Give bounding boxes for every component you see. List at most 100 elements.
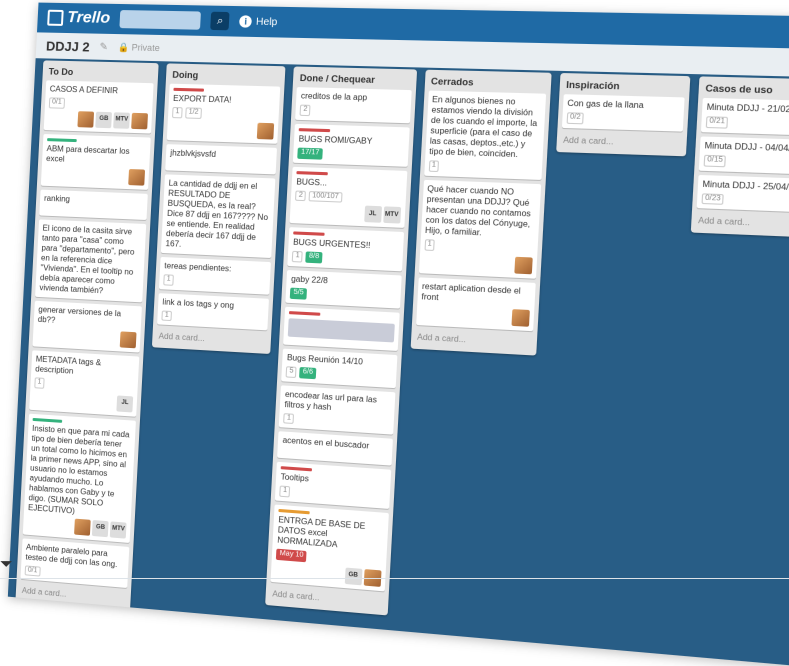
add-card-link[interactable]: Add a card... <box>695 213 789 234</box>
search-input[interactable] <box>119 10 202 30</box>
card[interactable]: Minuta DDJJ - 25/04/2013 0/23 <box>696 174 789 214</box>
lists-container: To Do CASOS A DEFINIR 0/1 GB MTV ABM para des… <box>15 60 789 666</box>
card-badges: 1 1/2 <box>172 106 275 121</box>
add-card-link[interactable]: Add a card... <box>560 132 682 152</box>
badge: 0/1 <box>48 97 65 109</box>
card[interactable]: El icono de la casita sirve tanto para "… <box>35 219 147 303</box>
card[interactable]: Bugs Reunión 14/10 5 6/6 <box>281 348 397 388</box>
card-badges: 2 <box>299 104 406 119</box>
card[interactable]: Ambiente paralelo para testeo de ddjj co… <box>20 537 130 589</box>
trello-icon <box>47 9 64 26</box>
card-members <box>171 120 275 140</box>
card[interactable]: ABM para descartar los excel <box>40 133 151 190</box>
badge: 0/21 <box>705 116 729 129</box>
badge: 0/1 <box>24 564 41 577</box>
card[interactable]: ranking <box>39 189 149 220</box>
card[interactable]: BUGS... 2 100/107 JL MTV <box>289 166 407 229</box>
card-title: tereas pendientes: <box>164 260 232 274</box>
avatar[interactable]: GB <box>344 567 363 586</box>
avatar[interactable]: GB <box>92 519 109 537</box>
card-label <box>293 231 325 237</box>
card[interactable]: generar versiones de la db?? <box>32 300 143 353</box>
avatar[interactable] <box>257 122 275 140</box>
card-title: El icono de la casita sirve tanto para "… <box>39 223 135 296</box>
avatar[interactable] <box>128 168 146 186</box>
badge: 1 <box>283 412 295 425</box>
card-members: GB MTV <box>48 110 149 130</box>
card-title: La cantidad de ddjj en el RESULTADO DE B… <box>165 178 269 249</box>
avatar[interactable]: MTV <box>109 520 127 539</box>
card[interactable]: BUGS ROMI/GABY 17/17 <box>293 123 410 167</box>
avatar[interactable] <box>119 331 137 349</box>
avatar[interactable]: MTV <box>382 206 401 224</box>
badge: 100/107 <box>308 190 343 203</box>
card-label <box>32 417 63 423</box>
search-icon[interactable]: ⌕ <box>210 11 230 31</box>
filter-icon[interactable]: ⏷ <box>0 556 16 576</box>
help-label: Help <box>255 16 278 28</box>
card[interactable]: link a los tags y ong 1 <box>157 292 270 331</box>
add-card-link[interactable]: Add a card... <box>415 329 533 351</box>
visibility-toggle[interactable]: 🔒 Private <box>118 42 160 54</box>
card-cover <box>288 317 395 343</box>
avatar[interactable]: GB <box>95 111 113 128</box>
card-badges: 5/5 <box>290 287 396 304</box>
card-title: METADATA tags & description <box>35 354 102 376</box>
card[interactable]: acentos en el buscador <box>277 431 393 466</box>
badge: 1/2 <box>185 107 202 119</box>
list: Casos de uso Minuta DDJJ - 21/02/2013 0/21… <box>690 76 789 239</box>
card[interactable]: gaby 22/8 5/5 <box>285 270 402 309</box>
card-title: jhzblvkjsvsfd <box>170 148 217 159</box>
badge: 1 <box>34 377 45 389</box>
card[interactable]: Insisto en que para mi cada tipo de bien… <box>22 413 137 543</box>
card[interactable]: Con gas de la llana 0/2 <box>561 94 685 132</box>
card[interactable]: jhzblvkjsvsfd <box>165 143 278 175</box>
board-title[interactable]: DDJJ 2 <box>46 38 90 54</box>
trello-logo[interactable]: Trello <box>47 9 111 28</box>
card[interactable]: restart aplication desde el front <box>415 276 536 331</box>
card-badges: 1 <box>428 160 537 175</box>
badge: 5/5 <box>290 287 308 300</box>
badge: 0/15 <box>703 154 727 167</box>
card-title: generar versiones de la db?? <box>37 304 122 325</box>
avatar[interactable]: MTV <box>113 112 131 129</box>
badge: 1 <box>161 309 173 322</box>
badge: 0/23 <box>701 192 725 206</box>
avatar[interactable]: JL <box>363 205 382 224</box>
card[interactable]: Qué hacer cuando NO presentan una DDJJ? … <box>418 179 541 279</box>
badge: 2 <box>299 104 311 116</box>
avatar[interactable] <box>131 112 149 130</box>
card-badges: 1 <box>161 309 265 326</box>
card[interactable]: Minuta DDJJ - 21/02/2013 0/21 <box>700 97 789 136</box>
avatar[interactable] <box>511 308 530 327</box>
avatar[interactable] <box>77 110 95 128</box>
app-name: Trello <box>66 9 111 27</box>
card-title: Minuta DDJJ - 04/04/2013 <box>704 140 789 154</box>
edit-icon[interactable]: ✎ <box>99 41 108 52</box>
card[interactable]: METADATA tags & description 1 JL <box>29 350 140 417</box>
card[interactable]: tereas pendientes: 1 <box>159 256 272 295</box>
card[interactable]: creditos de la app 2 <box>295 87 412 124</box>
card[interactable]: Minuta DDJJ - 04/04/2013 0/15 <box>698 136 789 175</box>
card[interactable]: En algunos bienes no estamos viendo la d… <box>423 90 546 180</box>
badge: 1 <box>428 160 440 172</box>
card-members <box>420 304 530 327</box>
help-button[interactable]: i Help <box>239 15 278 28</box>
card-label <box>281 466 313 472</box>
card[interactable] <box>283 306 400 351</box>
badge: May 10 <box>276 548 307 563</box>
card-title: acentos en el buscador <box>282 435 370 451</box>
avatar[interactable] <box>514 256 533 274</box>
add-card-link[interactable]: Add a card... <box>156 329 267 350</box>
card[interactable]: BUGS URGENTES!! 1 8/8 <box>287 227 404 272</box>
card[interactable]: encodear las url para las filtros y hash… <box>279 384 395 435</box>
avatar[interactable] <box>74 518 91 536</box>
card[interactable]: EXPORT DATA! 1 1/2 <box>166 83 281 144</box>
card[interactable]: CASOS A DEFINIR 0/1 GB MTV <box>43 80 154 134</box>
card-title: Con gas de la llana <box>567 98 644 111</box>
badge: 1 <box>163 273 174 286</box>
card[interactable]: Tooltips 1 <box>275 462 391 509</box>
card[interactable]: La cantidad de ddjj en el RESULTADO DE B… <box>161 174 276 258</box>
card-badges: 0/2 <box>566 112 679 127</box>
avatar[interactable]: JL <box>116 394 134 412</box>
